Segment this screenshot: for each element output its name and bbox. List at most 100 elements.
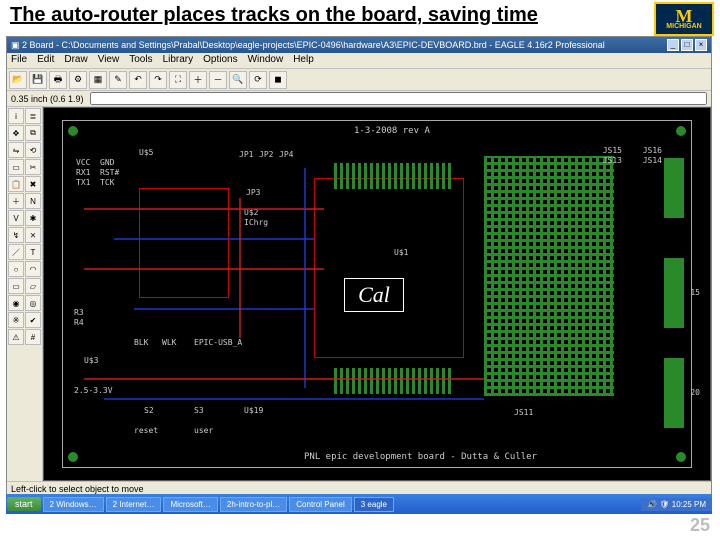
main-toolbar: 📂 💾 🖶 ⚙ ▦ ✎ ↶ ↷ ⛶ ＋ － 🔍 ⟳ ◼ — [7, 69, 711, 91]
mirror-tool-icon[interactable]: ⇋ — [8, 142, 24, 158]
poly-tool-icon[interactable]: ▱ — [25, 278, 41, 294]
logo-text: MICHIGAN — [666, 23, 701, 30]
silk-js13: JS13 — [603, 156, 622, 165]
logo-m-glyph: M — [676, 9, 693, 23]
menu-file[interactable]: File — [11, 54, 27, 67]
redo-icon[interactable]: ↷ — [149, 71, 167, 89]
silk-25-33v: 2.5-3.3V — [74, 386, 113, 395]
silk-tx1: TX1 — [76, 178, 90, 187]
cut-tool-icon[interactable]: ✂ — [25, 159, 41, 175]
task-item[interactable]: 2 Windows… — [43, 497, 104, 512]
close-button[interactable]: × — [695, 39, 707, 51]
print-icon[interactable]: 🖶 — [49, 71, 67, 89]
info-tool-icon[interactable]: i — [8, 108, 24, 124]
refresh-icon[interactable]: ⟳ — [249, 71, 267, 89]
trace — [84, 378, 484, 380]
padrow-top — [334, 163, 454, 189]
copy-tool-icon[interactable]: ⧉ — [25, 125, 41, 141]
script-icon[interactable]: ✎ — [109, 71, 127, 89]
silk-blk: BLK — [134, 338, 148, 347]
board-icon[interactable]: ▦ — [89, 71, 107, 89]
silk-js15: JS15 — [603, 146, 622, 155]
chip-u5 — [139, 188, 229, 298]
stop-icon[interactable]: ◼ — [269, 71, 287, 89]
trace — [304, 168, 306, 388]
start-button[interactable]: start — [7, 497, 41, 511]
task-item-active[interactable]: 3 eagle — [354, 497, 394, 512]
menu-edit[interactable]: Edit — [37, 54, 54, 67]
system-tray[interactable]: 🔊 🛡 10:25 PM — [641, 498, 712, 511]
maximize-button[interactable]: □ — [681, 39, 693, 51]
layers-tool-icon[interactable]: ≣ — [25, 108, 41, 124]
silk-jp2: JP2 — [259, 150, 273, 159]
circle-tool-icon[interactable]: ○ — [8, 261, 24, 277]
conn-x3 — [664, 358, 684, 428]
cam-icon[interactable]: ⚙ — [69, 71, 87, 89]
open-icon[interactable]: 📂 — [9, 71, 27, 89]
pcb-canvas[interactable]: 1-3-2008 rev A VCC GND RX1 RST# TX1 TCK … — [43, 107, 711, 481]
delete-tool-icon[interactable]: ✖ — [25, 176, 41, 192]
menu-options[interactable]: Options — [203, 54, 237, 67]
name-tool-icon[interactable]: N — [25, 193, 41, 209]
task-item[interactable]: Control Panel — [289, 497, 351, 512]
ripup-tool-icon[interactable]: ⨯ — [25, 227, 41, 243]
group-tool-icon[interactable]: ▭ — [8, 159, 24, 175]
undo-icon[interactable]: ↶ — [129, 71, 147, 89]
menu-library[interactable]: Library — [163, 54, 194, 67]
silk-bottom-text: PNL epic development board - Dutta & Cul… — [304, 452, 537, 462]
rotate-tool-icon[interactable]: ⟲ — [25, 142, 41, 158]
task-item[interactable]: 2 Internet… — [106, 497, 162, 512]
mount-hole — [68, 126, 78, 136]
silk-u1: U$1 — [394, 248, 408, 257]
silk-jp3: JP3 — [246, 188, 260, 197]
hole-tool-icon[interactable]: ◎ — [25, 295, 41, 311]
auto-tool-icon[interactable]: # — [25, 329, 41, 345]
route-tool-icon[interactable]: ↯ — [8, 227, 24, 243]
silk-s3: S3 — [194, 406, 204, 415]
zoom-sel-icon[interactable]: 🔍 — [229, 71, 247, 89]
add-tool-icon[interactable]: ＋ — [8, 193, 24, 209]
wire-tool-icon[interactable]: ／ — [8, 244, 24, 260]
trace — [239, 198, 241, 338]
menu-draw[interactable]: Draw — [64, 54, 87, 67]
via-tool-icon[interactable]: ◉ — [8, 295, 24, 311]
paste-tool-icon[interactable]: 📋 — [8, 176, 24, 192]
smash-tool-icon[interactable]: ✱ — [25, 210, 41, 226]
minimize-button[interactable]: _ — [667, 39, 679, 51]
silk-jp1: JP1 — [239, 150, 253, 159]
menu-tools[interactable]: Tools — [129, 54, 152, 67]
silk-s2: S2 — [144, 406, 154, 415]
windows-taskbar: start 2 Windows… 2 Internet… Microsoft… … — [6, 494, 712, 514]
arc-tool-icon[interactable]: ◠ — [25, 261, 41, 277]
silk-r3: R3 — [74, 308, 84, 317]
save-icon[interactable]: 💾 — [29, 71, 47, 89]
silk-jp4: JP4 — [279, 150, 293, 159]
task-item[interactable]: 2h-intro-to-pl… — [220, 497, 287, 512]
menu-help[interactable]: Help — [293, 54, 314, 67]
trace — [114, 238, 314, 240]
silk-x3: 20 — [690, 388, 700, 397]
text-tool-icon[interactable]: T — [25, 244, 41, 260]
ratsnest-tool-icon[interactable]: ※ — [8, 312, 24, 328]
padrow-bottom — [334, 368, 454, 394]
zoom-in-icon[interactable]: ＋ — [189, 71, 207, 89]
move-tool-icon[interactable]: ✥ — [8, 125, 24, 141]
menu-window[interactable]: Window — [248, 54, 284, 67]
silk-epic-usb: EPIC-USB_A — [194, 338, 242, 347]
app-icon: ▣ — [11, 40, 20, 51]
menu-view[interactable]: View — [98, 54, 120, 67]
zoom-out-icon[interactable]: － — [209, 71, 227, 89]
zoom-fit-icon[interactable]: ⛶ — [169, 71, 187, 89]
task-item[interactable]: Microsoft… — [163, 497, 217, 512]
erc-tool-icon[interactable]: ⚠ — [8, 329, 24, 345]
silk-tck: TCK — [100, 178, 114, 187]
silk-u3: U$3 — [84, 356, 98, 365]
rect-tool-icon[interactable]: ▭ — [8, 278, 24, 294]
mount-hole — [68, 452, 78, 462]
command-input[interactable] — [90, 92, 707, 105]
drc-tool-icon[interactable]: ✔ — [25, 312, 41, 328]
value-tool-icon[interactable]: V — [8, 210, 24, 226]
tray-icons: 🔊 🛡 — [647, 500, 672, 509]
chip-u1 — [314, 178, 464, 358]
coord-bar: 0.35 inch (0.6 1.9) — [7, 91, 711, 107]
